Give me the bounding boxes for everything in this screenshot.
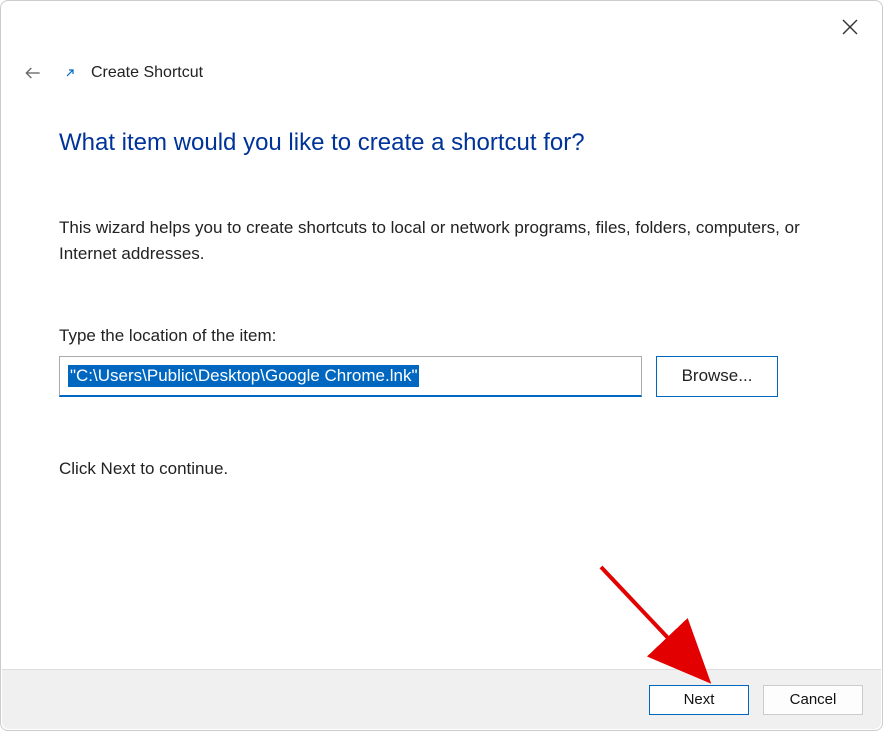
description-text: This wizard helps you to create shortcut… [59,215,824,268]
back-arrow-icon [23,63,43,83]
back-button[interactable] [19,59,47,87]
location-field-label: Type the location of the item: [59,326,824,346]
location-input-value[interactable]: "C:\Users\Public\Desktop\Google Chrome.l… [68,365,419,387]
next-button[interactable]: Next [649,685,749,715]
header-row: Create Shortcut [19,59,203,87]
cancel-button[interactable]: Cancel [763,685,863,715]
browse-button[interactable]: Browse... [656,356,778,397]
continue-hint-text: Click Next to continue. [59,459,824,479]
location-input[interactable]: "C:\Users\Public\Desktop\Google Chrome.l… [59,356,642,397]
close-button[interactable] [836,13,864,41]
location-input-row: "C:\Users\Public\Desktop\Google Chrome.l… [59,356,824,397]
footer-bar: Next Cancel [2,669,881,729]
create-shortcut-window: Create Shortcut What item would you like… [0,0,883,731]
close-icon [842,19,858,35]
window-title: Create Shortcut [91,64,203,82]
content-area: What item would you like to create a sho… [59,129,824,479]
shortcut-arrow-icon [61,64,79,82]
page-heading: What item would you like to create a sho… [59,129,824,157]
